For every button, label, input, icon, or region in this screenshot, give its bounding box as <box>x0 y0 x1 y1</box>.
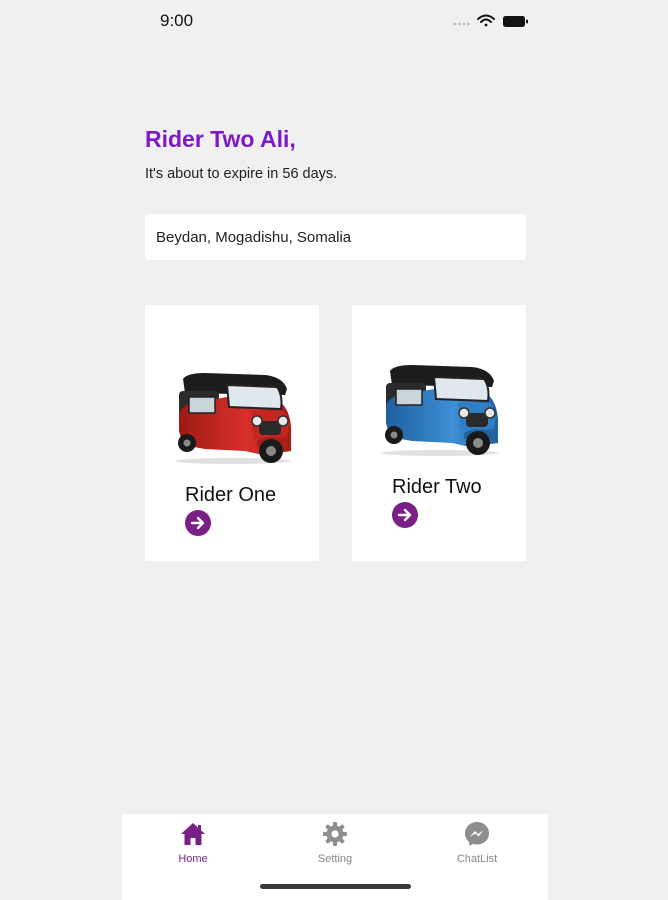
tab-home[interactable]: Home <box>143 814 243 874</box>
battery-icon <box>503 16 528 27</box>
location-value: Beydan, Mogadishu, Somalia <box>156 228 352 246</box>
home-screen: 9:00 Rider Two Ali, It's about to expire… <box>0 0 668 900</box>
tab-chatlist[interactable]: ChatList <box>427 814 527 874</box>
rider-one-label: Rider One <box>185 484 277 506</box>
rider-two-go-button[interactable] <box>392 502 418 528</box>
rider-card-two[interactable]: Rider Two <box>352 305 526 561</box>
status-icons <box>453 14 528 27</box>
home-icon <box>181 823 205 845</box>
auto-rickshaw-blue-image <box>382 365 498 456</box>
rider-card-one[interactable]: Rider One <box>145 305 319 561</box>
location-field[interactable]: Beydan, Mogadishu, Somalia <box>145 214 526 260</box>
status-bar: 9:00 <box>0 0 668 44</box>
status-time: 9:00 <box>160 11 194 30</box>
arrow-right-icon <box>397 508 412 522</box>
home-indicator[interactable] <box>260 884 411 889</box>
rider-one-go-button[interactable] <box>185 510 211 536</box>
tab-setting[interactable]: Setting <box>285 814 385 874</box>
rider-two-label: Rider Two <box>392 476 482 498</box>
wifi-icon <box>477 14 495 27</box>
gear-icon <box>323 822 347 846</box>
messenger-icon <box>465 822 489 846</box>
arrow-right-icon <box>190 516 205 530</box>
tab-chatlist-label: ChatList <box>456 853 498 865</box>
tab-home-label: Home <box>178 853 208 865</box>
tab-setting-label: Setting <box>317 853 353 865</box>
expiry-subtitle: It's about to expire in 56 days. <box>145 166 338 182</box>
greeting-title: Rider Two Ali, <box>145 126 296 152</box>
auto-rickshaw-red-image <box>175 373 291 464</box>
cellular-signal-icon <box>453 22 470 26</box>
